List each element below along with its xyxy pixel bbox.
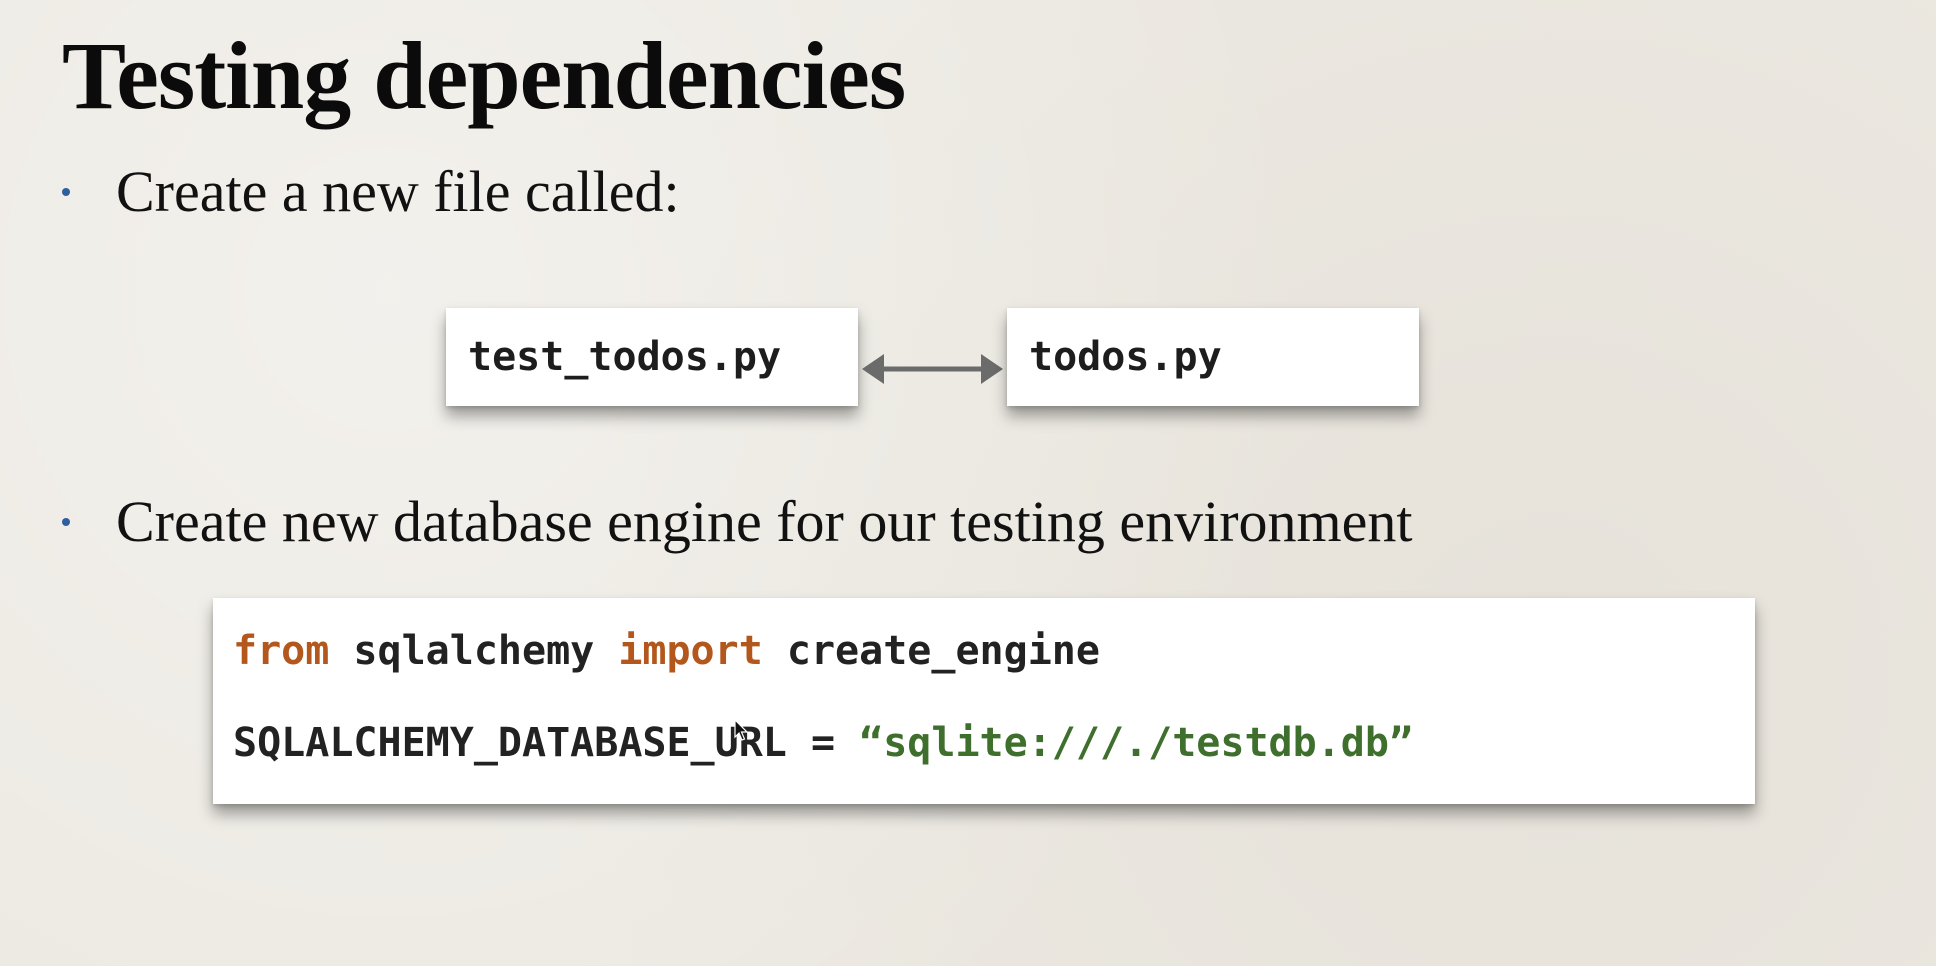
code-block: from sqlalchemy import create_engine SQL…	[213, 598, 1755, 804]
code-keyword-import: import	[618, 628, 763, 674]
file-name-label: todos.py	[1029, 334, 1222, 380]
bullet-create-file: Create a new file called:	[62, 160, 680, 224]
code-function-name: create_engine	[762, 628, 1100, 674]
mouse-cursor-icon	[734, 719, 748, 741]
code-line-import: from sqlalchemy import create_engine	[233, 628, 1755, 674]
file-todos: todos.py	[1007, 308, 1419, 406]
code-line-url: SQLALCHEMY_DATABASE_URL = “sqlite:///./t…	[233, 720, 1755, 766]
code-keyword-from: from	[233, 628, 330, 674]
bullet-dot-icon	[62, 187, 70, 196]
slide-title: Testing dependencies	[62, 22, 906, 129]
code-variable: SQLALCHEMY_DATABASE_URL =	[233, 720, 860, 766]
file-name-label: test_todos.py	[468, 334, 782, 380]
double-arrow-icon	[862, 354, 1003, 384]
code-module: sqlalchemy	[329, 628, 619, 674]
bullet-create-engine: Create new database engine for our testi…	[62, 490, 1412, 554]
bullet-text: Create new database engine for our testi…	[116, 489, 1413, 554]
file-test-todos: test_todos.py	[446, 308, 858, 406]
code-string-value: “sqlite:///./testdb.db”	[859, 720, 1414, 766]
bullet-dot-icon	[62, 517, 70, 526]
bullet-text: Create a new file called:	[116, 159, 680, 224]
